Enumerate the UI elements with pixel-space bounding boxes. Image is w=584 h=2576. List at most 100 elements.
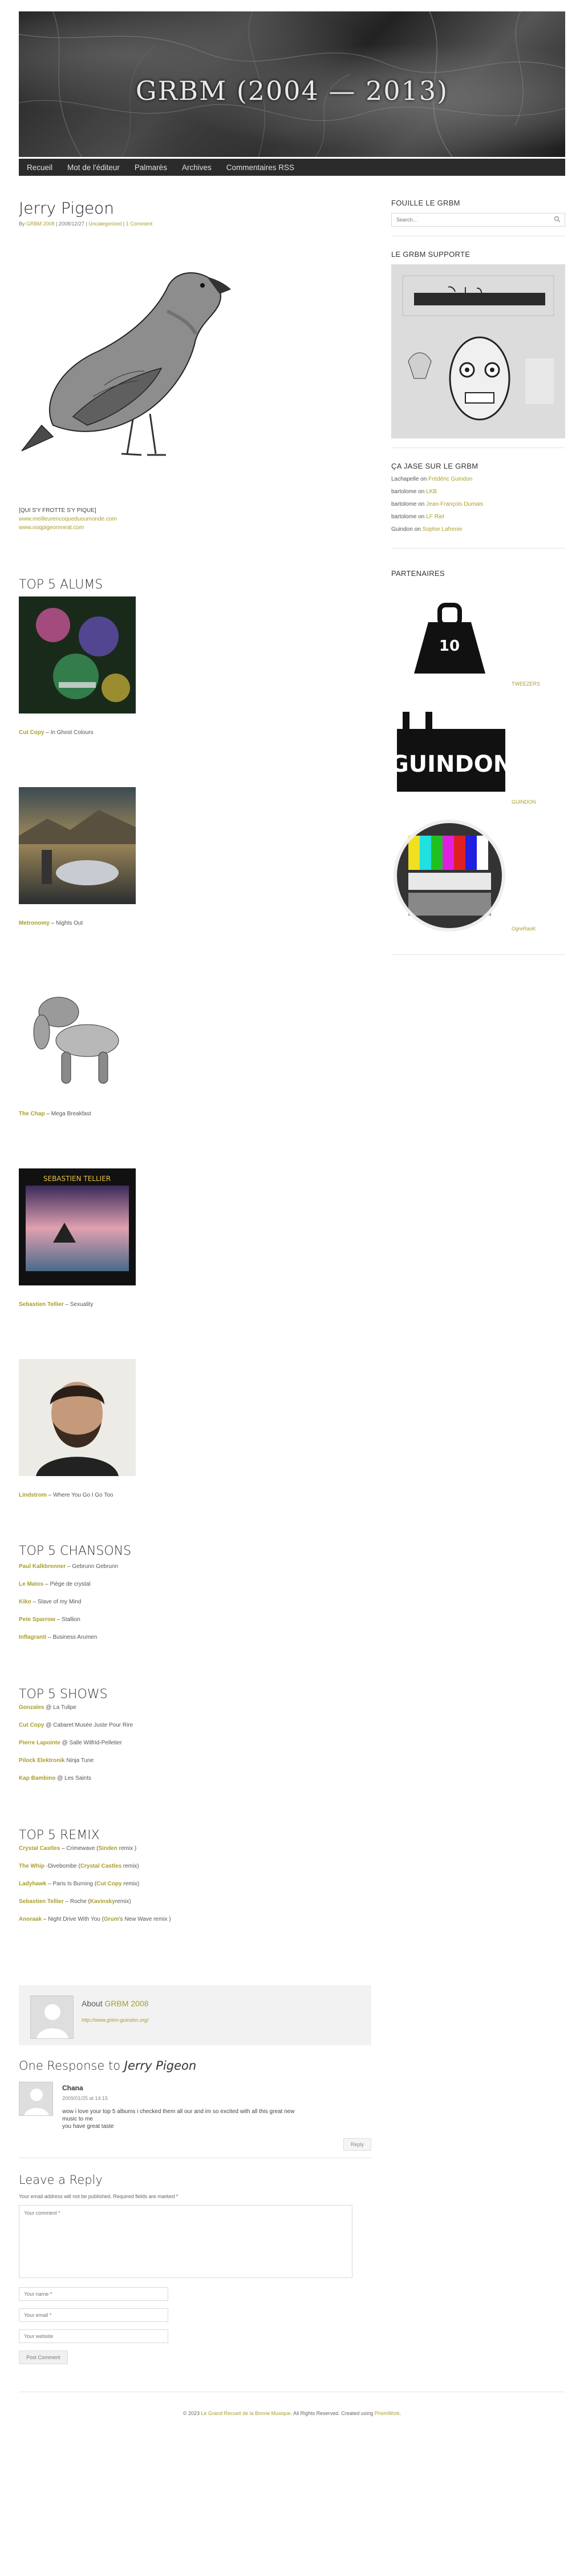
song-artist-link[interactable]: Inflagranti (19, 1634, 46, 1640)
footer-theme-link[interactable]: PrismWork (375, 2410, 400, 2416)
commenter: bartolome (391, 501, 417, 507)
remix-title: -Divebombe ( (44, 1863, 80, 1869)
song-title: Business Arumen (52, 1634, 98, 1640)
remix-suffix: remix) (121, 1881, 140, 1887)
remix-title: – Night Drive With You ( (42, 1916, 104, 1922)
post-comment-button[interactable]: Post Comment (19, 2351, 68, 2364)
post-author-link[interactable]: GRBM 2008 (26, 221, 55, 227)
partner-link[interactable]: TWEEZERS (512, 681, 540, 687)
album-cover-metronomy[interactable] (19, 787, 136, 904)
recent-post-link[interactable]: LKB (426, 489, 437, 495)
remix-artist-link[interactable]: Sebastien Tellier (19, 1898, 64, 1905)
responses-post-title: Jerry Pigeon (124, 2059, 197, 2073)
page: GRBM (2004 — 2013) Recueil Mot de l'édit… (19, 11, 565, 2434)
song-artist-link[interactable]: Pete Sparrow (19, 1616, 55, 1623)
album-cover-cut-copy[interactable] (19, 596, 136, 713)
album-cover-lindstrom[interactable] (19, 1359, 136, 1476)
website-field[interactable] (19, 2329, 168, 2343)
recent-post-link[interactable]: LF Riel (426, 514, 444, 520)
remixer-link[interactable]: Grum (104, 1916, 119, 1922)
song-artist-link[interactable]: Kiko (19, 1599, 31, 1605)
post-category-link[interactable]: Uncategorized (88, 221, 121, 227)
remixer-link[interactable]: Cut Copy (96, 1881, 121, 1887)
album-sep: – (63, 1301, 70, 1308)
site-header-banner[interactable]: GRBM (2004 — 2013) (19, 11, 565, 157)
comment-line: music to me (62, 2116, 93, 2122)
post-caption: [QUI S'Y FROTTE S'Y PIQUE] www.meilleure… (19, 506, 371, 532)
album-artist-link[interactable]: Metronomy (19, 920, 50, 926)
nav-item-archives[interactable]: Archives (182, 163, 212, 172)
album-cover-sebastien-tellier[interactable]: SEBASTIEN TELLIER (19, 1168, 136, 1285)
comment-textarea[interactable] (19, 2205, 352, 2278)
remix-artist-link[interactable]: The Whip (19, 1863, 44, 1869)
top5-albums-title: TOP 5 ALUMS (19, 578, 103, 592)
show-artist-link[interactable]: Kap Bambino (19, 1775, 55, 1781)
caption-link-2[interactable]: www.ooqpigeonmeat.com (19, 523, 371, 532)
recent-post-link[interactable]: Frédéric Guindon (428, 476, 472, 482)
footer-site-link[interactable]: Le Grand Recueil de la Bonne Musique (201, 2410, 291, 2416)
support-widget: LE GRBM SUPPORTE (391, 250, 565, 448)
pigeon-illustration (19, 254, 257, 485)
email-field[interactable] (19, 2308, 168, 2322)
search-input[interactable] (391, 213, 565, 227)
reply-button[interactable]: Reply (343, 2138, 371, 2151)
album-artist-link[interactable]: Lindstrom (19, 1492, 47, 1498)
guindon-logo[interactable]: GUINDON (391, 700, 508, 806)
comment-text: wow i love your top 5 albums i checked t… (62, 2108, 294, 2130)
show-artist-link[interactable]: Pilock Elektronik (19, 1757, 65, 1764)
remixer-link[interactable]: Kavinsky (90, 1898, 115, 1905)
remixer-link[interactable]: Crystal Castles (80, 1863, 121, 1869)
partner-link[interactable]: OgreRaoK (512, 926, 536, 932)
nav-item-rss[interactable]: Commentaires RSS (226, 163, 294, 172)
comment-line: you have great taste (62, 2123, 114, 2130)
site-title[interactable]: GRBM (2004 — 2013) (19, 75, 565, 106)
album-artist-link[interactable]: Cut Copy (19, 729, 44, 736)
author-name-link[interactable]: GRBM 2008 (104, 1999, 148, 2008)
comment-date[interactable]: 2009/01/25 at 14:15 (62, 2095, 294, 2101)
nav-item-mot-editeur[interactable]: Mot de l'éditeur (67, 163, 120, 172)
show-venue: @ Les Saints (57, 1775, 91, 1781)
recent-post-link[interactable]: Jean-François Dumais (426, 501, 483, 507)
song-artist-link[interactable]: Paul Kalkbrenner (19, 1563, 66, 1570)
show-artist-link[interactable]: Pierre Lapointe (19, 1740, 60, 1746)
song-artist-link[interactable]: Le Matos (19, 1581, 43, 1587)
name-field[interactable] (19, 2287, 168, 2301)
test-pattern-logo[interactable] (391, 819, 508, 933)
author-site-link[interactable]: http://www.grbm-guindon.org/ (82, 2017, 149, 2023)
support-poster-image[interactable] (391, 264, 565, 438)
remix-artist-link[interactable]: Anoraak (19, 1916, 42, 1922)
site-footer: © 2023 Le Grand Recueil de la Bonne Musi… (19, 2392, 565, 2434)
show-artist-link[interactable]: Gonzales (19, 1704, 44, 1711)
caption-text: [QUI S'Y FROTTE S'Y PIQUE] (19, 507, 96, 514)
required-mark: * (176, 2194, 179, 2199)
nav-item-recueil[interactable]: Recueil (27, 163, 52, 172)
avatar (19, 2082, 53, 2116)
album-artist-link[interactable]: The Chap (19, 1111, 45, 1117)
nav-item-palmares[interactable]: Palmarès (135, 163, 167, 172)
recent-comment-item: Lachapelle on Frédéric Guindon (391, 476, 565, 482)
weight-logo[interactable]: 10 (391, 588, 508, 688)
album-cover-the-chap[interactable] (19, 978, 136, 1095)
remix-suffix: remix) (121, 1863, 139, 1869)
album-caption: Metronomy – Nights Out (19, 920, 371, 926)
show-venue: @ La Tulipe (46, 1704, 76, 1711)
search-widget: FOUILLE LE GRBM (391, 199, 565, 236)
caption-link-1[interactable]: www.meilleurencoqueduoumonde.com (19, 515, 371, 523)
show-venue: Ninja Tune (66, 1757, 94, 1764)
album-caption: Cut Copy – In Ghost Colours (19, 729, 371, 736)
post-comments-link[interactable]: 1 Comment (126, 221, 153, 227)
recent-comment-item: Guindon on Sophie Lafrenie (391, 526, 565, 533)
remix-artist-link[interactable]: Crystal Castles (19, 1845, 60, 1852)
remix-suffix: remix ) (117, 1845, 137, 1852)
svg-text:10: 10 (439, 638, 460, 655)
recent-comments-widget: ÇA JASE SUR LE GRBM Lachapelle on Frédér… (391, 462, 565, 549)
comment: Chana 2009/01/25 at 14:15 wow i love you… (19, 2082, 371, 2130)
list-item: Paul Kalkbrenner – Gebrunn Gebrunn (19, 1563, 119, 1570)
show-artist-link[interactable]: Cut Copy (19, 1722, 44, 1728)
remix-artist-link[interactable]: Ladyhawk (19, 1881, 46, 1887)
recent-post-link[interactable]: Sophie Lafrenie (423, 526, 463, 533)
partner-link[interactable]: GUINDON (512, 799, 536, 805)
search-icon[interactable] (554, 216, 561, 223)
remixer-link[interactable]: Sinden (99, 1845, 117, 1852)
album-artist-link[interactable]: Sebastien Tellier (19, 1301, 64, 1308)
